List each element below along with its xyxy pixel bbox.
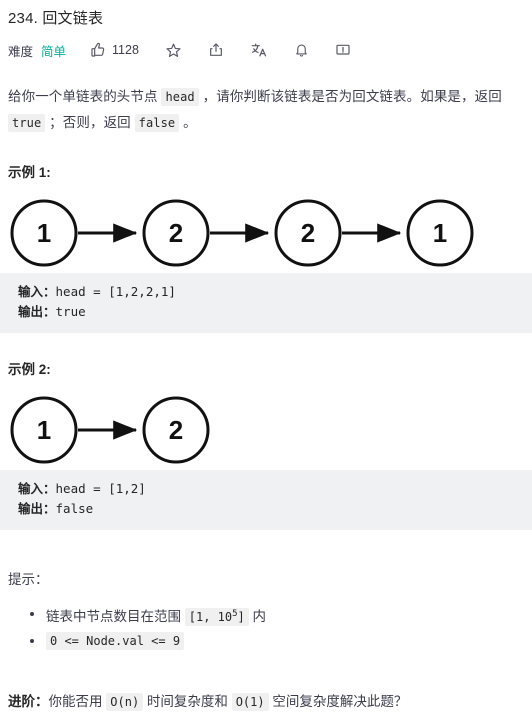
inline-code-range: [1, 105] [184, 608, 249, 626]
inline-code-time-complexity: O(n) [106, 693, 144, 711]
range-code-post: ] [237, 610, 245, 624]
node-value: 2 [301, 218, 315, 248]
example-1-input-line: 输入：head = [1,2,2,1] [18, 282, 532, 302]
node-value: 2 [169, 415, 183, 445]
hints-heading: 提示： [8, 572, 49, 587]
problem-page: 234. 回文链表 难度 简单 1128 给你一个单链表的头节点 head ，请… [0, 0, 532, 725]
share-icon [208, 42, 224, 58]
hint-text-prefix: 链表中节点数目在范围 [46, 609, 185, 624]
example-1-code-block: 输入：head = [1,2,2,1] 输出：true [0, 273, 532, 333]
input-label: 输入： [18, 482, 56, 496]
thumbs-up-icon [90, 42, 106, 58]
input-value: head = [1,2,2,1] [55, 284, 176, 299]
input-value: head = [1,2] [55, 481, 146, 496]
notification-button[interactable] [294, 42, 309, 58]
hints-list: 链表中节点数目在范围 [1, 105] 内 0 <= Node.val <= 9 [8, 602, 524, 653]
inline-code-true: true [8, 114, 46, 132]
favorite-button[interactable] [165, 42, 182, 59]
description-text-1: 给你一个单链表的头节点 [8, 89, 162, 104]
description-text-3: ；否则，返回 [45, 115, 135, 130]
inline-code-head: head [161, 88, 199, 106]
hint-item: 链表中节点数目在范围 [1, 105] 内 [30, 602, 524, 629]
bell-icon [294, 42, 309, 58]
problem-description: 给你一个单链表的头节点 head ，请你判断该链表是否为回文链表。如果是，返回 … [8, 84, 524, 136]
hint-text-suffix: 内 [248, 609, 267, 624]
problem-content: 给你一个单链表的头节点 head ，请你判断该链表是否为回文链表。如果是，返回 … [0, 84, 532, 713]
node-value: 1 [37, 218, 51, 248]
advanced-section: 进阶：你能否用 O(n) 时间复杂度和 O(1) 空间复杂度解决此题？ [8, 691, 524, 713]
hint-item: 0 <= Node.val <= 9 [30, 629, 524, 653]
translate-button[interactable] [250, 42, 268, 59]
example-2-heading: 示例 2: [8, 362, 51, 377]
example-2-input-line: 输入：head = [1,2] [18, 479, 532, 499]
output-value: false [55, 501, 94, 516]
advanced-text-2: 时间复杂度和 [143, 694, 232, 709]
inline-code-space-complexity: O(1) [231, 693, 269, 711]
translate-icon [250, 42, 268, 59]
inline-code-false: false [134, 114, 180, 132]
inline-code-node-val: 0 <= Node.val <= 9 [46, 632, 185, 650]
output-label: 输出： [18, 502, 56, 516]
action-icon-group: 1128 [90, 42, 351, 59]
node-value: 1 [433, 218, 447, 248]
node-value: 2 [169, 218, 183, 248]
description-text-2: ，请你判断该链表是否为回文链表。如果是，返回 [198, 89, 502, 104]
description-text-4: 。 [179, 115, 197, 130]
problem-meta-bar: 难度 简单 1128 [0, 29, 532, 64]
node-value: 1 [37, 415, 51, 445]
advanced-text-1: 你能否用 [48, 694, 107, 709]
difficulty-badge[interactable]: 简单 [41, 41, 66, 60]
example-1-output-line: 输出：true [18, 302, 532, 322]
example-2-linked-list-diagram: 1 2 [8, 390, 524, 470]
share-button[interactable] [208, 42, 224, 58]
like-count: 1128 [112, 43, 139, 57]
range-code-pre: [1, 10 [188, 610, 233, 624]
star-icon [165, 42, 182, 59]
page-title: 234. 回文链表 [8, 10, 104, 27]
like-button[interactable]: 1128 [90, 42, 139, 58]
advanced-label: 进阶： [8, 694, 49, 709]
input-label: 输入： [18, 285, 56, 299]
feedback-icon [335, 42, 351, 58]
advanced-text-3: 空间复杂度解决此题？ [268, 694, 408, 709]
output-value: true [55, 304, 86, 319]
example-2-output-line: 输出：false [18, 499, 532, 519]
example-1-heading: 示例 1: [8, 165, 51, 180]
difficulty-label: 难度 [8, 44, 34, 59]
example-1-linked-list-diagram: 1 2 2 1 [8, 193, 524, 273]
example-2-code-block: 输入：head = [1,2] 输出：false [0, 470, 532, 530]
output-label: 输出： [18, 305, 56, 319]
feedback-button[interactable] [335, 42, 351, 58]
